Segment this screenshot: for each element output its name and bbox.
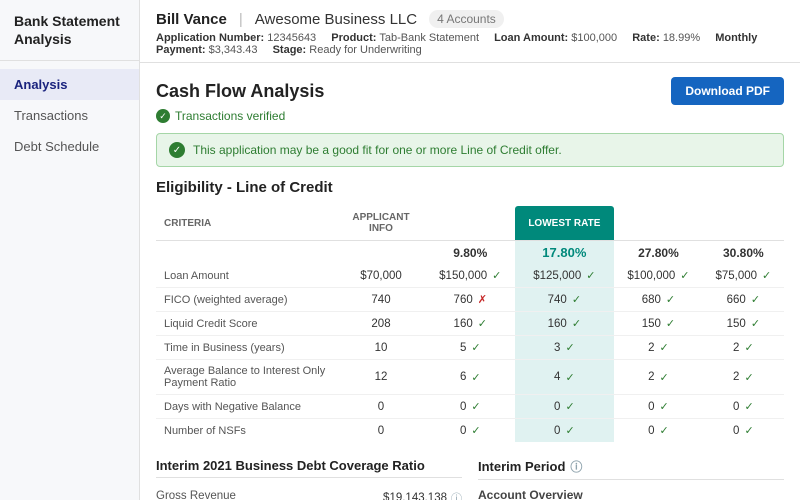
sidebar-title: Bank Statement Analysis: [0, 0, 139, 61]
header-company: Awesome Business LLC: [255, 11, 417, 28]
download-pdf-button[interactable]: Download PDF: [671, 77, 784, 105]
verified-icon: ✓: [156, 109, 170, 123]
eligibility-table: CRITERIA APPLICANT INFO LOWEST RATE 9.80…: [156, 206, 784, 442]
sidebar-item-transactions[interactable]: Transactions: [0, 100, 139, 131]
sidebar: Bank Statement Analysis Analysis Transac…: [0, 0, 140, 500]
info-icon-gross[interactable]: ⓘ: [451, 490, 462, 500]
col-header-rate3: [614, 206, 703, 241]
eligibility-title: Eligibility - Line of Credit: [156, 179, 784, 196]
interim-section: Interim 2021 Business Debt Coverage Rati…: [156, 458, 462, 500]
info-banner: ✓ This application may be a good fit for…: [156, 133, 784, 167]
info-banner-text: This application may be a good fit for o…: [193, 143, 562, 157]
sidebar-item-analysis[interactable]: Analysis: [0, 69, 139, 100]
bottom-row: Interim 2021 Business Debt Coverage Rati…: [156, 458, 784, 500]
verified-row: ✓ Transactions verified: [156, 109, 784, 123]
metric-gross-revenue: Gross Revenue $19,143,138 ⓘ: [156, 486, 462, 500]
col-header-rate4: [703, 206, 784, 241]
table-row: Liquid Credit Score 208 160 ✓ 160 ✓ 150 …: [156, 312, 784, 336]
cashflow-header: Cash Flow Analysis Download PDF: [156, 77, 784, 105]
table-row: Time in Business (years) 10 5 ✓ 3 ✓ 2 ✓ …: [156, 336, 784, 360]
header-name: Bill Vance: [156, 11, 227, 28]
info-banner-icon: ✓: [169, 142, 185, 158]
table-row: Days with Negative Balance 0 0 ✓ 0 ✓ 0 ✓…: [156, 395, 784, 419]
table-row: Loan Amount $70,000 $150,000 ✓ $125,000 …: [156, 264, 784, 288]
table-row: FICO (weighted average) 740 760 ✗ 740 ✓ …: [156, 288, 784, 312]
sidebar-nav: Analysis Transactions Debt Schedule: [0, 61, 139, 162]
col-header-rate1: [426, 206, 515, 241]
header-row1: Bill Vance | Awesome Business LLC 4 Acco…: [156, 10, 784, 28]
interim-period-title: Interim Period ⓘ: [478, 458, 784, 480]
header-row2: Application Number: 12345643 Product: Ta…: [156, 32, 784, 56]
content-area: Cash Flow Analysis Download PDF ✓ Transa…: [140, 63, 800, 500]
table-row: Average Balance to Interest Only Payment…: [156, 360, 784, 395]
top-header: Bill Vance | Awesome Business LLC 4 Acco…: [140, 0, 800, 63]
main-panel: Bill Vance | Awesome Business LLC 4 Acco…: [140, 0, 800, 500]
interim-title: Interim 2021 Business Debt Coverage Rati…: [156, 458, 462, 478]
table-row: Number of NSFs 0 0 ✓ 0 ✓ 0 ✓ 0 ✓: [156, 419, 784, 443]
col-header-applicant: APPLICANT INFO: [336, 206, 426, 241]
col-header-criteria: CRITERIA: [156, 206, 336, 241]
col-header-lowest-rate: LOWEST RATE: [515, 206, 615, 241]
interim-period-info-icon[interactable]: ⓘ: [570, 458, 582, 475]
sidebar-item-debt-schedule[interactable]: Debt Schedule: [0, 131, 139, 162]
cashflow-title: Cash Flow Analysis: [156, 81, 324, 102]
account-overview-title: Account Overview: [478, 488, 784, 500]
interim-period-section: Interim Period ⓘ Account Overview Starti…: [478, 458, 784, 500]
header-accounts: 4 Accounts: [429, 10, 504, 28]
verified-text: Transactions verified: [175, 109, 285, 123]
